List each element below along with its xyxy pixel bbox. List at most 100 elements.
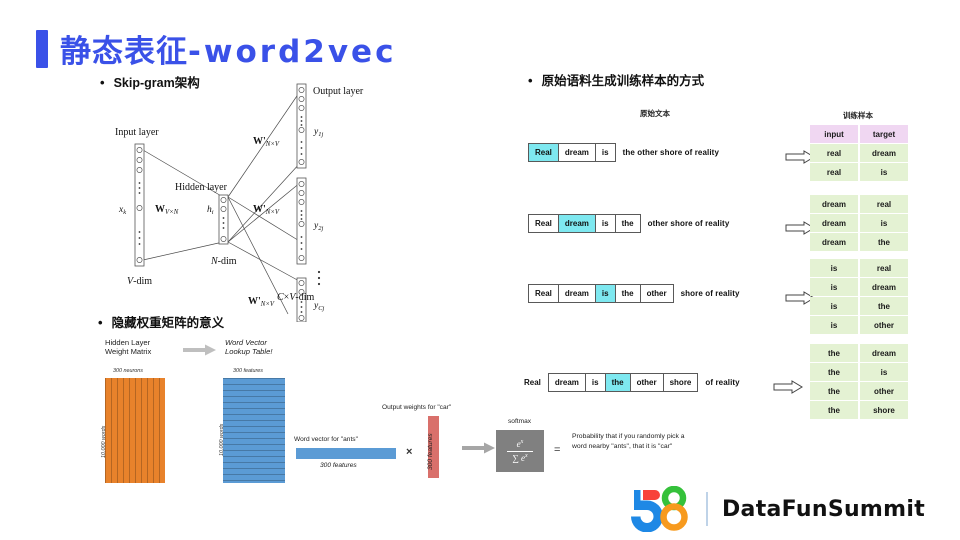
label-output-layer: Output layer xyxy=(313,86,364,97)
slide-root: 静态表征-word2vec • Skip-gram架构 Input layer … xyxy=(0,0,960,540)
training-samples-table: input target real dream real is xyxy=(808,124,910,182)
table-cell: the xyxy=(810,382,858,400)
table-row: real is xyxy=(810,163,908,181)
sentence-row: Real dream is the other shore of reality xyxy=(528,143,719,162)
blue-matrix xyxy=(223,378,285,483)
label-input-layer: Input layer xyxy=(115,127,159,138)
svg-text:W'N×V: W'N×V xyxy=(253,204,280,216)
svg-text:y1j: y1j xyxy=(313,127,323,138)
table-cell: the xyxy=(810,344,858,362)
table-cell: the xyxy=(860,297,908,315)
page-title: 静态表征-word2vec xyxy=(36,26,396,71)
table-row: the shore xyxy=(810,401,908,419)
title-text: 静态表征-word2vec xyxy=(60,26,396,71)
table-cell: real xyxy=(810,163,858,181)
word-cell: is xyxy=(601,148,609,157)
fraction-bar xyxy=(507,450,533,452)
svg-text:yCj: yCj xyxy=(313,301,325,312)
word-cell: dream xyxy=(549,374,586,391)
caption-raw-text: 原始文本 xyxy=(640,109,670,118)
table-cell: is xyxy=(860,214,908,232)
softmax-label: softmax xyxy=(508,418,532,425)
sentence-row: Real dream is the other shore of reality xyxy=(528,214,729,233)
table-row: dream real xyxy=(810,195,908,213)
training-samples-table: is real is dream is the is other xyxy=(808,258,910,335)
word-cell-highlighted: the xyxy=(605,374,631,391)
sentence-row: Real dream is the other shore of reality xyxy=(528,284,740,303)
table-cell: real xyxy=(860,195,908,213)
table-cell: dream xyxy=(860,344,908,362)
bullet-dot-icon: • xyxy=(528,73,533,88)
logo-58-icon xyxy=(630,485,692,533)
sentence-word-boxes: Real dream is the xyxy=(528,214,641,233)
output-weights-vert-label: 300 features xyxy=(427,433,434,470)
table-cell: other xyxy=(860,316,908,334)
table-header-cell: input xyxy=(810,125,858,143)
word-cell: Real xyxy=(529,285,559,302)
right-arrow-icon xyxy=(183,344,216,356)
hwm-right-caption-l2: Lookup Table! xyxy=(225,347,273,357)
bullet-hidden-matrix-label: 隐藏权重矩阵的意义 xyxy=(111,316,225,330)
table-row: is dream xyxy=(810,278,908,296)
table-row: dream is xyxy=(810,214,908,232)
table-cell: the xyxy=(860,233,908,251)
sentence-word-boxes: dream is the other shore xyxy=(547,373,699,392)
softmax-fraction: ex ∑ ex xyxy=(507,439,533,463)
word-cell-highlighted: Real xyxy=(529,144,559,161)
table-cell: shore xyxy=(860,401,908,419)
title-accent-bar xyxy=(36,29,48,68)
footer-logo: DataFunSummit xyxy=(630,485,925,533)
table-cell: dream xyxy=(810,233,858,251)
training-samples-table: the dream the is the other the shore xyxy=(808,343,910,420)
bullet-corpus: • 原始语料生成训练样本的方式 xyxy=(528,70,704,89)
table-cell: is xyxy=(810,297,858,315)
table-cell: dream xyxy=(810,214,858,232)
label-cv-dim: C×V-dim xyxy=(277,292,315,303)
word-cell: Real xyxy=(529,215,559,232)
bullet-corpus-label: 原始语料生成训练样本的方式 xyxy=(541,74,705,88)
sentence-word-boxes: Real dream is the other xyxy=(528,284,674,303)
word-cell: dream xyxy=(559,285,596,302)
sentence-tail: of reality xyxy=(705,378,740,387)
hwm-right-caption-l1: Word Vector xyxy=(225,338,267,347)
word-cell: dream xyxy=(559,144,596,161)
svg-text:N-dim: N-dim xyxy=(210,256,237,267)
orange-matrix-side-label: 10,000 words xyxy=(101,425,107,458)
table-header-cell: target xyxy=(860,125,908,143)
word-vector-sub: 300 features xyxy=(320,462,357,469)
table-cell: dream xyxy=(860,278,908,296)
sentence-tail: shore of reality xyxy=(680,289,740,298)
sentence-word-boxes: Real dream is xyxy=(528,143,616,162)
table-row: the dream xyxy=(810,344,908,362)
table-cell: real xyxy=(860,259,908,277)
table-cell: is xyxy=(810,259,858,277)
word-cell: other xyxy=(646,289,667,298)
hwm-right-caption: Word Vector Lookup Table! xyxy=(225,338,272,357)
svg-text:V-dim: V-dim xyxy=(127,276,152,287)
table-cell: the xyxy=(810,401,858,419)
logo-divider xyxy=(706,492,708,526)
svg-text:y2j: y2j xyxy=(313,221,323,232)
table-cell: is xyxy=(860,163,908,181)
table-row: real dream xyxy=(810,144,908,162)
training-samples-table: dream real dream is dream the xyxy=(808,194,910,252)
svg-text:W'N×V: W'N×V xyxy=(248,296,275,308)
word-cell: is xyxy=(586,374,606,391)
output-weights-caption: Output weights for "car" xyxy=(382,404,452,411)
multiply-symbol: × xyxy=(406,446,413,458)
table-cell: is xyxy=(810,278,858,296)
orange-matrix xyxy=(105,378,165,483)
table-cell: other xyxy=(860,382,908,400)
svg-text:WV×N: WV×N xyxy=(155,204,179,216)
bullet-dot-icon: • xyxy=(98,315,103,330)
sentence-row: Real dream is the other shore of reality xyxy=(524,373,740,392)
word-cell: other xyxy=(631,374,664,391)
table-cell: the xyxy=(810,363,858,381)
table-row: the other xyxy=(810,382,908,400)
table-cell: dream xyxy=(860,144,908,162)
hollow-right-arrow-icon xyxy=(773,380,803,394)
label-hidden-layer: Hidden layer xyxy=(175,182,228,193)
blue-matrix-side-label: 10,000 words xyxy=(219,423,225,456)
table-row: dream the xyxy=(810,233,908,251)
table-row: the is xyxy=(810,363,908,381)
